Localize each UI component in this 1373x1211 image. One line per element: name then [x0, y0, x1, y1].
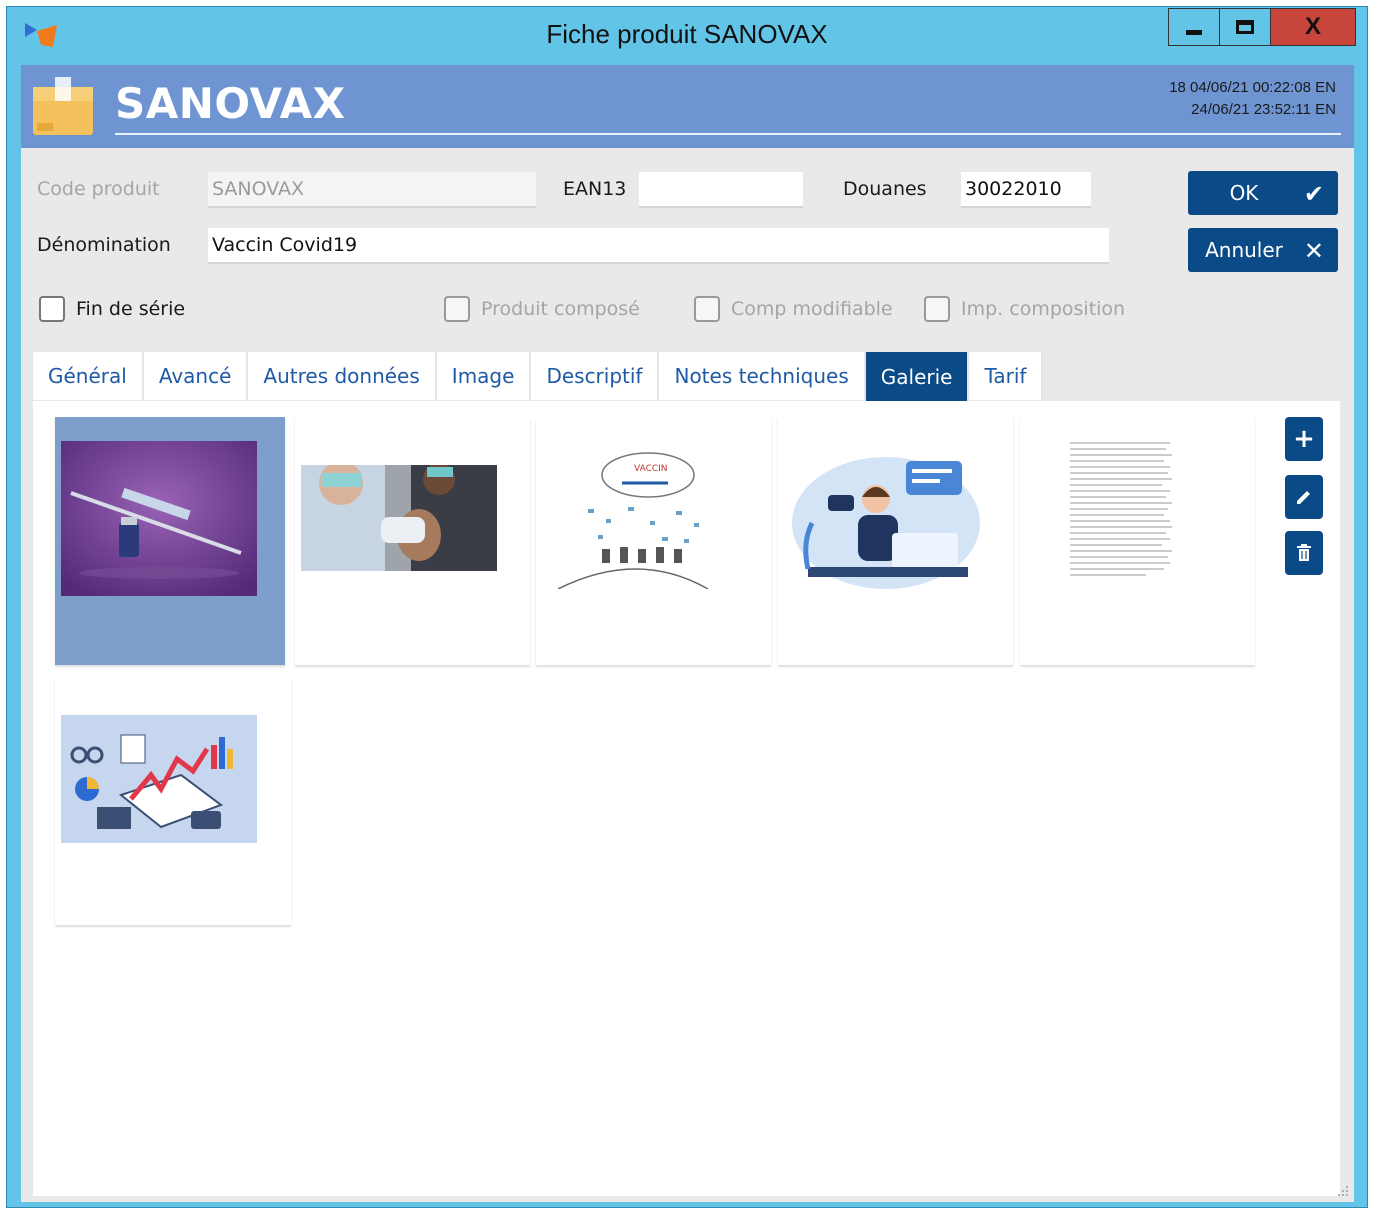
tab-descriptif[interactable]: Descriptif	[531, 352, 660, 400]
produit-compose-label: Produit composé	[481, 298, 640, 320]
ean13-label: EAN13	[563, 178, 627, 200]
ok-button[interactable]: OK ✔	[1188, 171, 1338, 215]
douanes-field[interactable]: 30022010	[961, 172, 1091, 208]
product-window: Fiche produit SANOVAX X SANOVAX 18 04/06…	[6, 6, 1368, 1208]
sketch-caption: VACCIN	[634, 464, 668, 474]
tab-avance[interactable]: Avancé	[143, 352, 249, 400]
product-header: SANOVAX 18 04/06/21 00:22:08 EN 24/06/21…	[21, 65, 1354, 148]
tab-general[interactable]: Général	[33, 352, 144, 400]
maximize-icon	[1236, 20, 1254, 34]
injection-photo	[301, 465, 497, 571]
fin-de-serie-label: Fin de série	[76, 298, 186, 320]
fin-de-serie-checkbox[interactable]	[39, 296, 65, 322]
close-icon: X	[1304, 13, 1321, 40]
denomination-label: Dénomination	[37, 234, 171, 256]
tab-notes-techniques[interactable]: Notes techniques	[659, 352, 866, 400]
resize-grip-icon[interactable]	[1336, 1184, 1350, 1198]
created-info: 18 04/06/21 00:22:08 EN	[1169, 79, 1336, 96]
code-produit-field: SANOVAX	[208, 172, 536, 208]
comp-modifiable-checkbox	[694, 296, 720, 322]
vaccine-sketch-illustration: VACCIN	[558, 449, 754, 589]
gallery-item-vaccine-sketch[interactable]: VACCIN	[536, 417, 771, 665]
package-box-icon	[33, 77, 93, 135]
edit-icon	[1297, 491, 1310, 504]
denomination-field[interactable]: Vaccin Covid19	[208, 228, 1109, 264]
gallery-item-text-document[interactable]	[1020, 417, 1255, 665]
close-x-icon: ✕	[1303, 237, 1324, 265]
comp-modifiable-label: Comp modifiable	[731, 298, 893, 320]
imp-composition-label: Imp. composition	[961, 298, 1126, 320]
form-content: Code produit SANOVAX EAN13 Douanes 30022…	[21, 148, 1354, 1202]
edit-image-button[interactable]	[1285, 475, 1323, 519]
tab-image[interactable]: Image	[436, 352, 532, 400]
delete-image-button[interactable]	[1285, 531, 1323, 575]
minimize-icon	[1186, 29, 1202, 35]
code-produit-label: Code produit	[37, 178, 160, 200]
imp-composition-checkbox	[924, 296, 950, 322]
maximize-button[interactable]	[1219, 8, 1271, 46]
tab-galerie[interactable]: Galerie	[865, 352, 970, 402]
cancel-label: Annuler	[1205, 238, 1283, 262]
ean13-field[interactable]	[639, 172, 803, 208]
checkmark-icon: ✔	[1303, 180, 1324, 208]
record-metadata: 18 04/06/21 00:22:08 EN 24/06/21 23:52:1…	[1169, 77, 1336, 121]
gallery-item-vaccine-syringe[interactable]	[55, 417, 285, 665]
close-button[interactable]: X	[1270, 8, 1356, 46]
tab-tarif[interactable]: Tarif	[969, 352, 1044, 400]
title-bar[interactable]: Fiche produit SANOVAX X	[7, 7, 1367, 63]
add-image-button[interactable]: +	[1285, 417, 1323, 461]
produit-compose-checkbox	[444, 296, 470, 322]
douanes-label: Douanes	[843, 178, 927, 200]
product-title: SANOVAX	[115, 79, 346, 128]
window-title: Fiche produit SANOVAX	[546, 19, 828, 49]
gallery-item-injection-photo[interactable]	[295, 417, 530, 665]
minimize-button[interactable]	[1168, 8, 1220, 46]
gallery-item-support-agent[interactable]	[778, 417, 1013, 665]
header-underline	[115, 133, 1341, 135]
tab-bar: Général Avancé Autres données Image Desc…	[33, 352, 1044, 402]
vaccine-syringe-image	[61, 441, 257, 596]
gallery-panel: VACCIN +	[33, 401, 1340, 1196]
tab-autres-donnees[interactable]: Autres données	[248, 352, 437, 400]
cancel-button[interactable]: Annuler ✕	[1188, 228, 1338, 272]
business-analytics-illustration	[61, 715, 257, 843]
add-icon: +	[1293, 424, 1315, 454]
delete-icon	[1297, 544, 1311, 561]
support-agent-illustration	[788, 453, 984, 593]
ok-label: OK	[1229, 181, 1259, 205]
modified-info: 24/06/21 23:52:11 EN	[1191, 101, 1336, 118]
gallery-item-business-analytics[interactable]	[55, 677, 291, 925]
text-document-scan	[1066, 437, 1176, 587]
